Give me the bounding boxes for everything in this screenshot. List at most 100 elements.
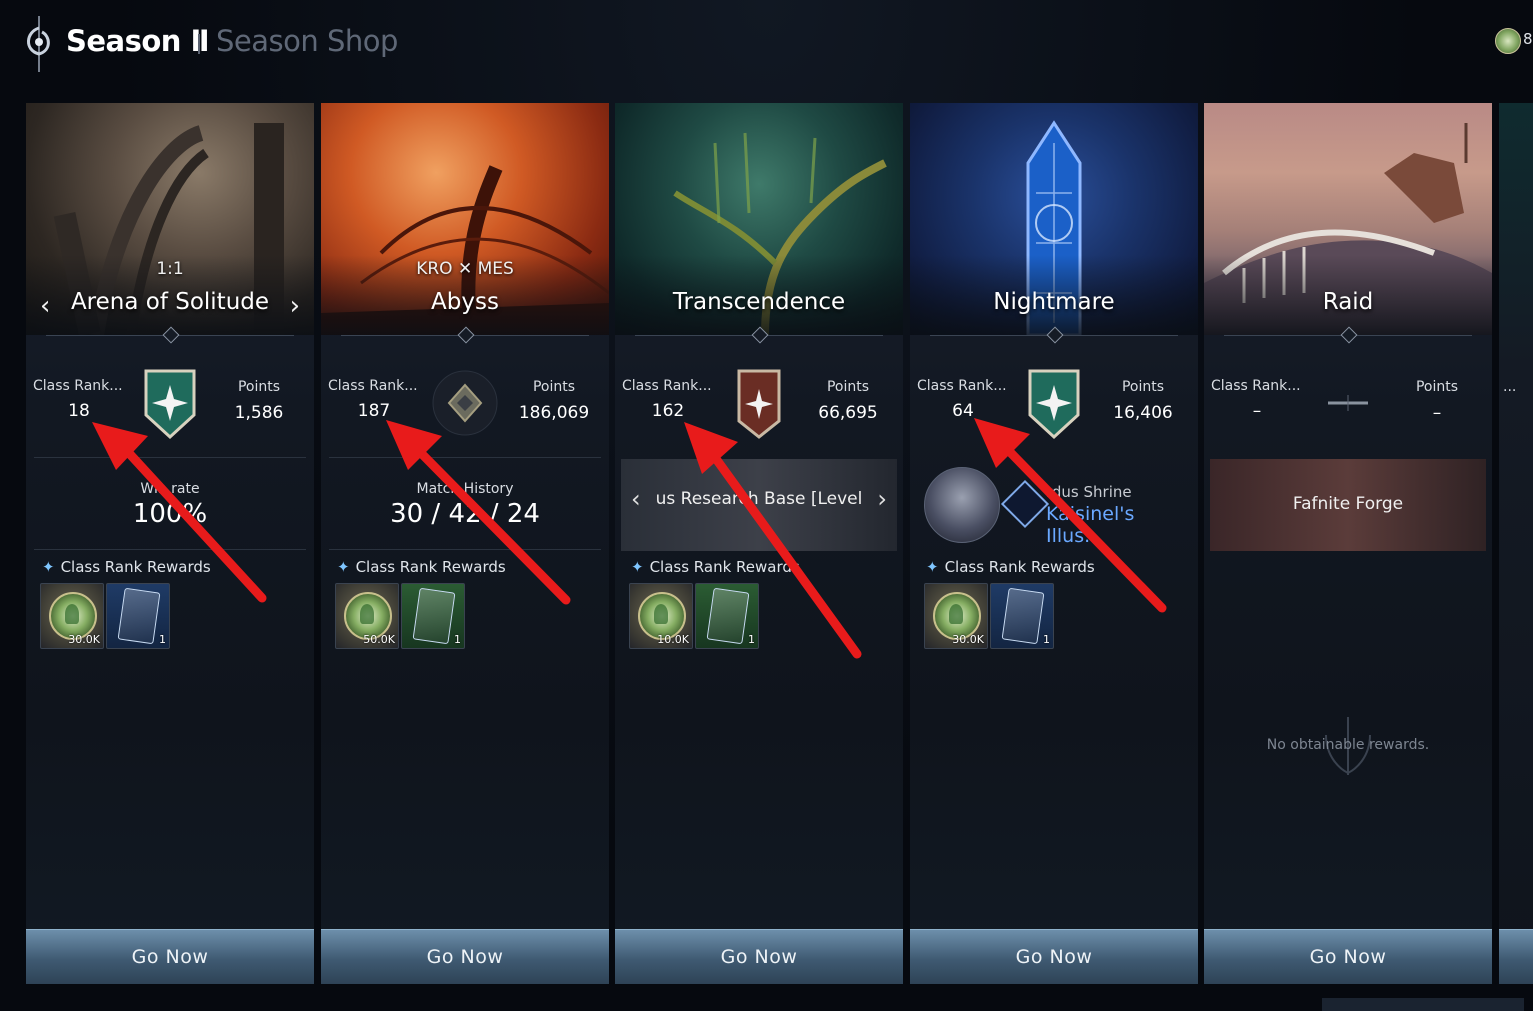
section-divider [34,457,306,458]
mode-title: Transcendence [672,289,846,315]
shrine-title: Kaisinel's Illus... [1046,503,1135,547]
go-now-button[interactable]: Go Now [615,929,903,984]
match-history-label: Match History [416,481,514,497]
content-card-transcendence: Transcendence Class Rank... 162 Points 6… [615,103,903,984]
win-rate-label: Win rate [140,481,200,497]
reward-count: 1 [748,633,755,646]
reward-count: 50.0K [363,633,395,646]
sparkle-icon: ✦ [337,558,350,576]
season-title: Season Ⅱ [66,24,210,58]
reward-gold-item[interactable]: 10.0K [629,583,693,649]
content-card-nightmare: Nightmare Class Rank... 64 Points 16,406… [910,103,1198,984]
rank-emblem-green-icon [144,369,196,440]
class-rank-label: Class Rank... [917,378,1007,394]
season-logo-icon [27,16,50,72]
points-label: Points [1121,379,1165,395]
next-mode-chevron-right-icon[interactable]: › [290,291,300,321]
currency-amount: 8 [1523,30,1533,48]
reward-gold-item[interactable]: 30.0K [924,583,988,649]
class-rank-rewards-title: ✦ Class Rank Rewards [631,558,800,576]
class-rank-label: Class Rank... [328,378,418,394]
mode-title: Abyss [431,289,499,315]
class-rank-value: 18 [68,401,90,421]
go-now-button[interactable]: Go Now [26,929,314,984]
sparkle-icon: ✦ [42,558,55,576]
match-history-value: 30 / 42 / 24 [390,499,540,529]
content-card-partial: ... [1499,103,1533,984]
class-rank-rewards-title: ✦ Class Rank Rewards [926,558,1095,576]
reward-card-item[interactable]: 1 [106,583,170,649]
reward-count: 1 [454,633,461,646]
mode-subtitle: 1:1 [156,259,184,279]
go-now-button[interactable]: Go Now [910,929,1198,984]
header-separator [198,34,200,54]
card-pack-icon [1001,587,1045,645]
class-rank-rewards-title: ✦ Class Rank Rewards [42,558,211,576]
section-divider [329,457,601,458]
rank-emblem-green-icon [1028,369,1080,440]
rank-emblem-red-icon [737,369,781,439]
reward-count: 1 [159,633,166,646]
content-card-raid: Raid Class Rank... – Points – Fafnite Fo… [1204,103,1492,984]
card-pack-icon [412,587,456,645]
class-rank-label: ... [1503,379,1517,395]
reward-count: 30.0K [68,633,100,646]
bottom-panel-edge [1322,998,1524,1011]
collab-subtitle: KRO ✕ MES [416,259,514,279]
class-rank-label: Class Rank... [1211,378,1301,394]
no-rewards-message: No obtainable rewards. [1266,737,1430,753]
raid-name: Fafnite Forge [1292,494,1404,514]
currency-coin-icon [1495,28,1521,54]
reward-card-item[interactable]: 1 [695,583,759,649]
raid-selector[interactable]: Fafnite Forge [1210,459,1486,551]
reward-count: 10.0K [657,633,689,646]
reward-card-item[interactable]: 1 [990,583,1054,649]
win-rate-value: 100% [132,499,208,529]
class-rank-value: 162 [651,401,685,421]
rank-emblem-diamond-icon [432,370,498,436]
dungeon-name: us Research Base [Level [655,489,863,509]
empty-rank-emblem-icon [1328,395,1368,411]
sparkle-icon: ✦ [926,558,939,576]
points-label: Points [532,379,576,395]
class-rank-value: – [1252,401,1262,421]
points-value: 66,695 [818,403,878,423]
shrine-selector[interactable]: rdus Shrine Kaisinel's Illus... [916,459,1192,551]
shrine-location: rdus Shrine [1046,483,1132,501]
mode-title: Arena of Solitude [70,289,270,315]
class-rank-label: Class Rank... [33,378,123,394]
sparkle-icon: ✦ [631,558,644,576]
boss-portrait [924,467,1000,543]
go-now-button[interactable]: Go Now [1204,929,1492,984]
dungeon-selector[interactable]: ‹ us Research Base [Level › [621,459,897,551]
section-divider [34,549,306,550]
points-label: Points [826,379,870,395]
go-now-button[interactable] [1499,929,1533,984]
card-pack-icon [117,587,161,645]
tab-season-shop[interactable]: Season Shop [216,24,398,58]
content-card-arena: 1:1 ‹ Arena of Solitude › Class Rank... … [26,103,314,984]
reward-gold-item[interactable]: 50.0K [335,583,399,649]
class-rank-value: 187 [357,401,391,421]
points-value: 16,406 [1113,403,1173,423]
reward-gold-item[interactable]: 30.0K [40,583,104,649]
section-divider [329,549,601,550]
class-rank-label: Class Rank... [622,378,712,394]
class-rank-rewards-title: ✦ Class Rank Rewards [337,558,506,576]
card-pack-icon [706,587,750,645]
points-value: 1,586 [234,403,284,423]
mode-title: Nightmare [993,289,1115,315]
reward-card-item[interactable]: 1 [401,583,465,649]
prev-mode-chevron-left-icon[interactable]: ‹ [40,291,50,321]
points-label: Points [1415,379,1459,395]
go-now-button[interactable]: Go Now [321,929,609,984]
reward-count: 1 [1043,633,1050,646]
shrine-diamond-icon [1000,479,1050,529]
mode-title: Raid [1322,289,1374,315]
content-card-abyss: KRO ✕ MES Abyss Class Rank... 187 Points… [321,103,609,984]
reward-count: 30.0K [952,633,984,646]
class-rank-value: 64 [952,401,974,421]
points-label: Points [237,379,281,395]
next-dungeon-chevron-right-icon[interactable]: › [877,485,887,513]
top-header: Season Ⅱ Season Shop 8 [0,0,1533,92]
